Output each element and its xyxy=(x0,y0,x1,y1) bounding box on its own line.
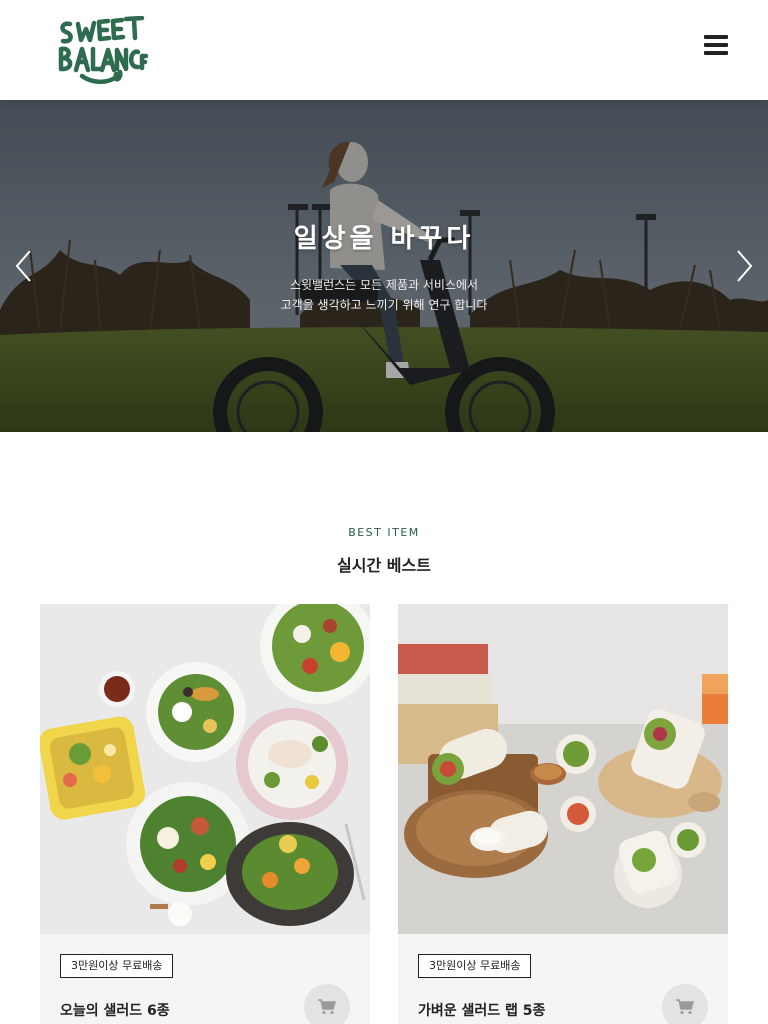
hero-subtitle: 스윗밸런스는 모든 제품과 서비스에서 고객을 생각하고 느끼기 위해 연구 합… xyxy=(0,275,768,315)
product-image[interactable] xyxy=(40,604,370,934)
chevron-right-icon[interactable] xyxy=(732,248,756,284)
brand-logo[interactable] xyxy=(56,15,149,86)
product-card[interactable]: 3만원이상 무료배송 오늘의 샐러드 6종 xyxy=(40,604,370,1024)
menu-bar xyxy=(704,35,728,39)
free-shipping-badge: 3만원이상 무료배송 xyxy=(60,954,174,978)
hero-slider: 일상을 바꾸다 스윗밸런스는 모든 제품과 서비스에서 고객을 생각하고 느끼기… xyxy=(0,100,768,432)
menu-bar xyxy=(704,51,728,55)
product-image[interactable] xyxy=(398,604,728,934)
hero-text: 일상을 바꾸다 스윗밸런스는 모든 제품과 서비스에서 고객을 생각하고 느끼기… xyxy=(0,218,768,315)
section-label: BEST ITEM xyxy=(348,526,420,539)
chevron-left-icon[interactable] xyxy=(12,248,36,284)
cart-icon[interactable] xyxy=(662,984,708,1024)
hero-subtitle-line: 스윗밸런스는 모든 제품과 서비스에서 xyxy=(289,278,479,292)
product-name[interactable]: 가벼운 샐러드 랩 5종 xyxy=(418,1000,545,1020)
hero-subtitle-line: 고객을 생각하고 느끼기 위해 연구 합니다 xyxy=(280,298,488,312)
section-title: 실시간 베스트 xyxy=(337,556,431,575)
product-card[interactable]: 3만원이상 무료배송 가벼운 샐러드 랩 5종 xyxy=(398,604,728,1024)
hero-title: 일상을 바꾸다 xyxy=(293,224,475,254)
hamburger-menu-icon[interactable] xyxy=(704,33,728,57)
product-name[interactable]: 오늘의 샐러드 6종 xyxy=(60,1000,170,1020)
site-header xyxy=(0,0,768,100)
sweet-balance-logo xyxy=(58,15,149,85)
cart-icon[interactable] xyxy=(304,984,350,1024)
free-shipping-badge: 3만원이상 무료배송 xyxy=(418,954,532,978)
menu-bar xyxy=(704,43,728,47)
